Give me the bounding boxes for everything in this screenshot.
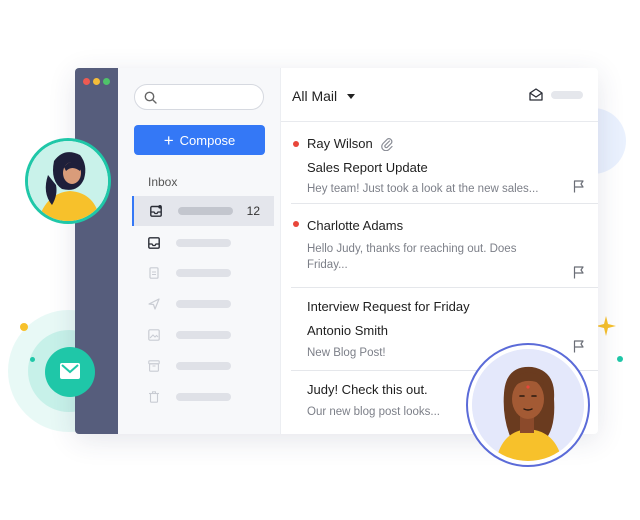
mail-preview-line-2: Friday... <box>307 259 348 271</box>
unread-indicator <box>293 221 299 227</box>
plus-icon: + <box>163 130 174 150</box>
image-icon <box>148 329 160 341</box>
mail-subject: Sales Report Update <box>307 160 428 175</box>
maximize-dot[interactable] <box>103 78 110 85</box>
compose-button[interactable]: + Compose <box>134 125 265 155</box>
folder-name-placeholder <box>176 269 231 277</box>
folder-name-placeholder <box>176 331 231 339</box>
archive-icon <box>148 360 160 372</box>
avatar-woman-brown-hair <box>472 349 584 461</box>
folder-name-placeholder <box>178 207 233 215</box>
unread-indicator <box>293 141 299 147</box>
mail-preview: Hey team! Just took a look at the new sa… <box>307 183 539 195</box>
mail-subject: Interview Request for Friday <box>307 299 470 314</box>
flag-icon[interactable] <box>573 180 585 193</box>
flag-icon[interactable] <box>573 266 585 279</box>
folder-media[interactable] <box>132 320 274 350</box>
folder-archive[interactable] <box>132 351 274 381</box>
mail-sender: Ray Wilson <box>307 136 373 151</box>
close-dot[interactable] <box>83 78 90 85</box>
mail-sender: Antonio Smith <box>307 323 388 338</box>
teal-dot <box>30 357 35 362</box>
folder-name-placeholder <box>176 300 231 308</box>
chevron-down-icon <box>347 93 356 99</box>
flag-icon[interactable] <box>573 340 585 353</box>
folder-tray[interactable] <box>132 228 274 258</box>
gold-dot <box>20 323 28 331</box>
folder-name-placeholder <box>176 239 231 247</box>
mail-item[interactable]: Charlotte Adams Hello Judy, thanks for r… <box>281 204 598 287</box>
mail-list-header: All Mail <box>281 68 598 122</box>
folder-sent[interactable] <box>132 289 274 319</box>
search-input[interactable] <box>134 84 264 110</box>
avatar-woman-dark-hair <box>25 138 111 224</box>
folder-inbox[interactable]: 12 <box>132 196 274 226</box>
mail-subject: Judy! Check this out. <box>307 382 428 397</box>
teal-dot-right <box>617 356 623 362</box>
document-icon <box>149 267 159 279</box>
folder-documents[interactable] <box>132 258 274 288</box>
mail-preview: Our new blog post looks... <box>307 406 440 418</box>
compose-label: Compose <box>179 132 236 148</box>
paperclip-icon <box>381 138 393 151</box>
mail-sender: Charlotte Adams <box>307 218 404 233</box>
mail-preview-line-1: Hello Judy, thanks for reaching out. Doe… <box>307 243 517 255</box>
envelope-icon <box>60 363 80 379</box>
sidebar: + Compose Inbox 12 <box>118 68 280 434</box>
minimize-dot[interactable] <box>93 78 100 85</box>
mail-item[interactable]: Ray Wilson Sales Report Update Hey team!… <box>281 122 598 204</box>
send-icon <box>148 298 160 310</box>
unread-count: 12 <box>246 204 260 218</box>
mailbox-dropdown[interactable]: All Mail <box>292 88 356 104</box>
tray-icon <box>148 237 160 249</box>
search-icon <box>144 91 157 104</box>
inbox-section-label: Inbox <box>148 175 178 189</box>
header-action-placeholder <box>551 91 583 99</box>
folder-name-placeholder <box>176 362 231 370</box>
trash-icon <box>149 391 159 403</box>
mailbox-title: All Mail <box>292 88 338 104</box>
inbox-icon <box>150 205 162 217</box>
mail-preview: New Blog Post! <box>307 347 386 359</box>
folder-trash[interactable] <box>132 382 274 412</box>
folder-name-placeholder <box>176 393 231 401</box>
sparkle-icon <box>596 316 616 336</box>
open-envelope-icon[interactable] <box>529 88 543 101</box>
